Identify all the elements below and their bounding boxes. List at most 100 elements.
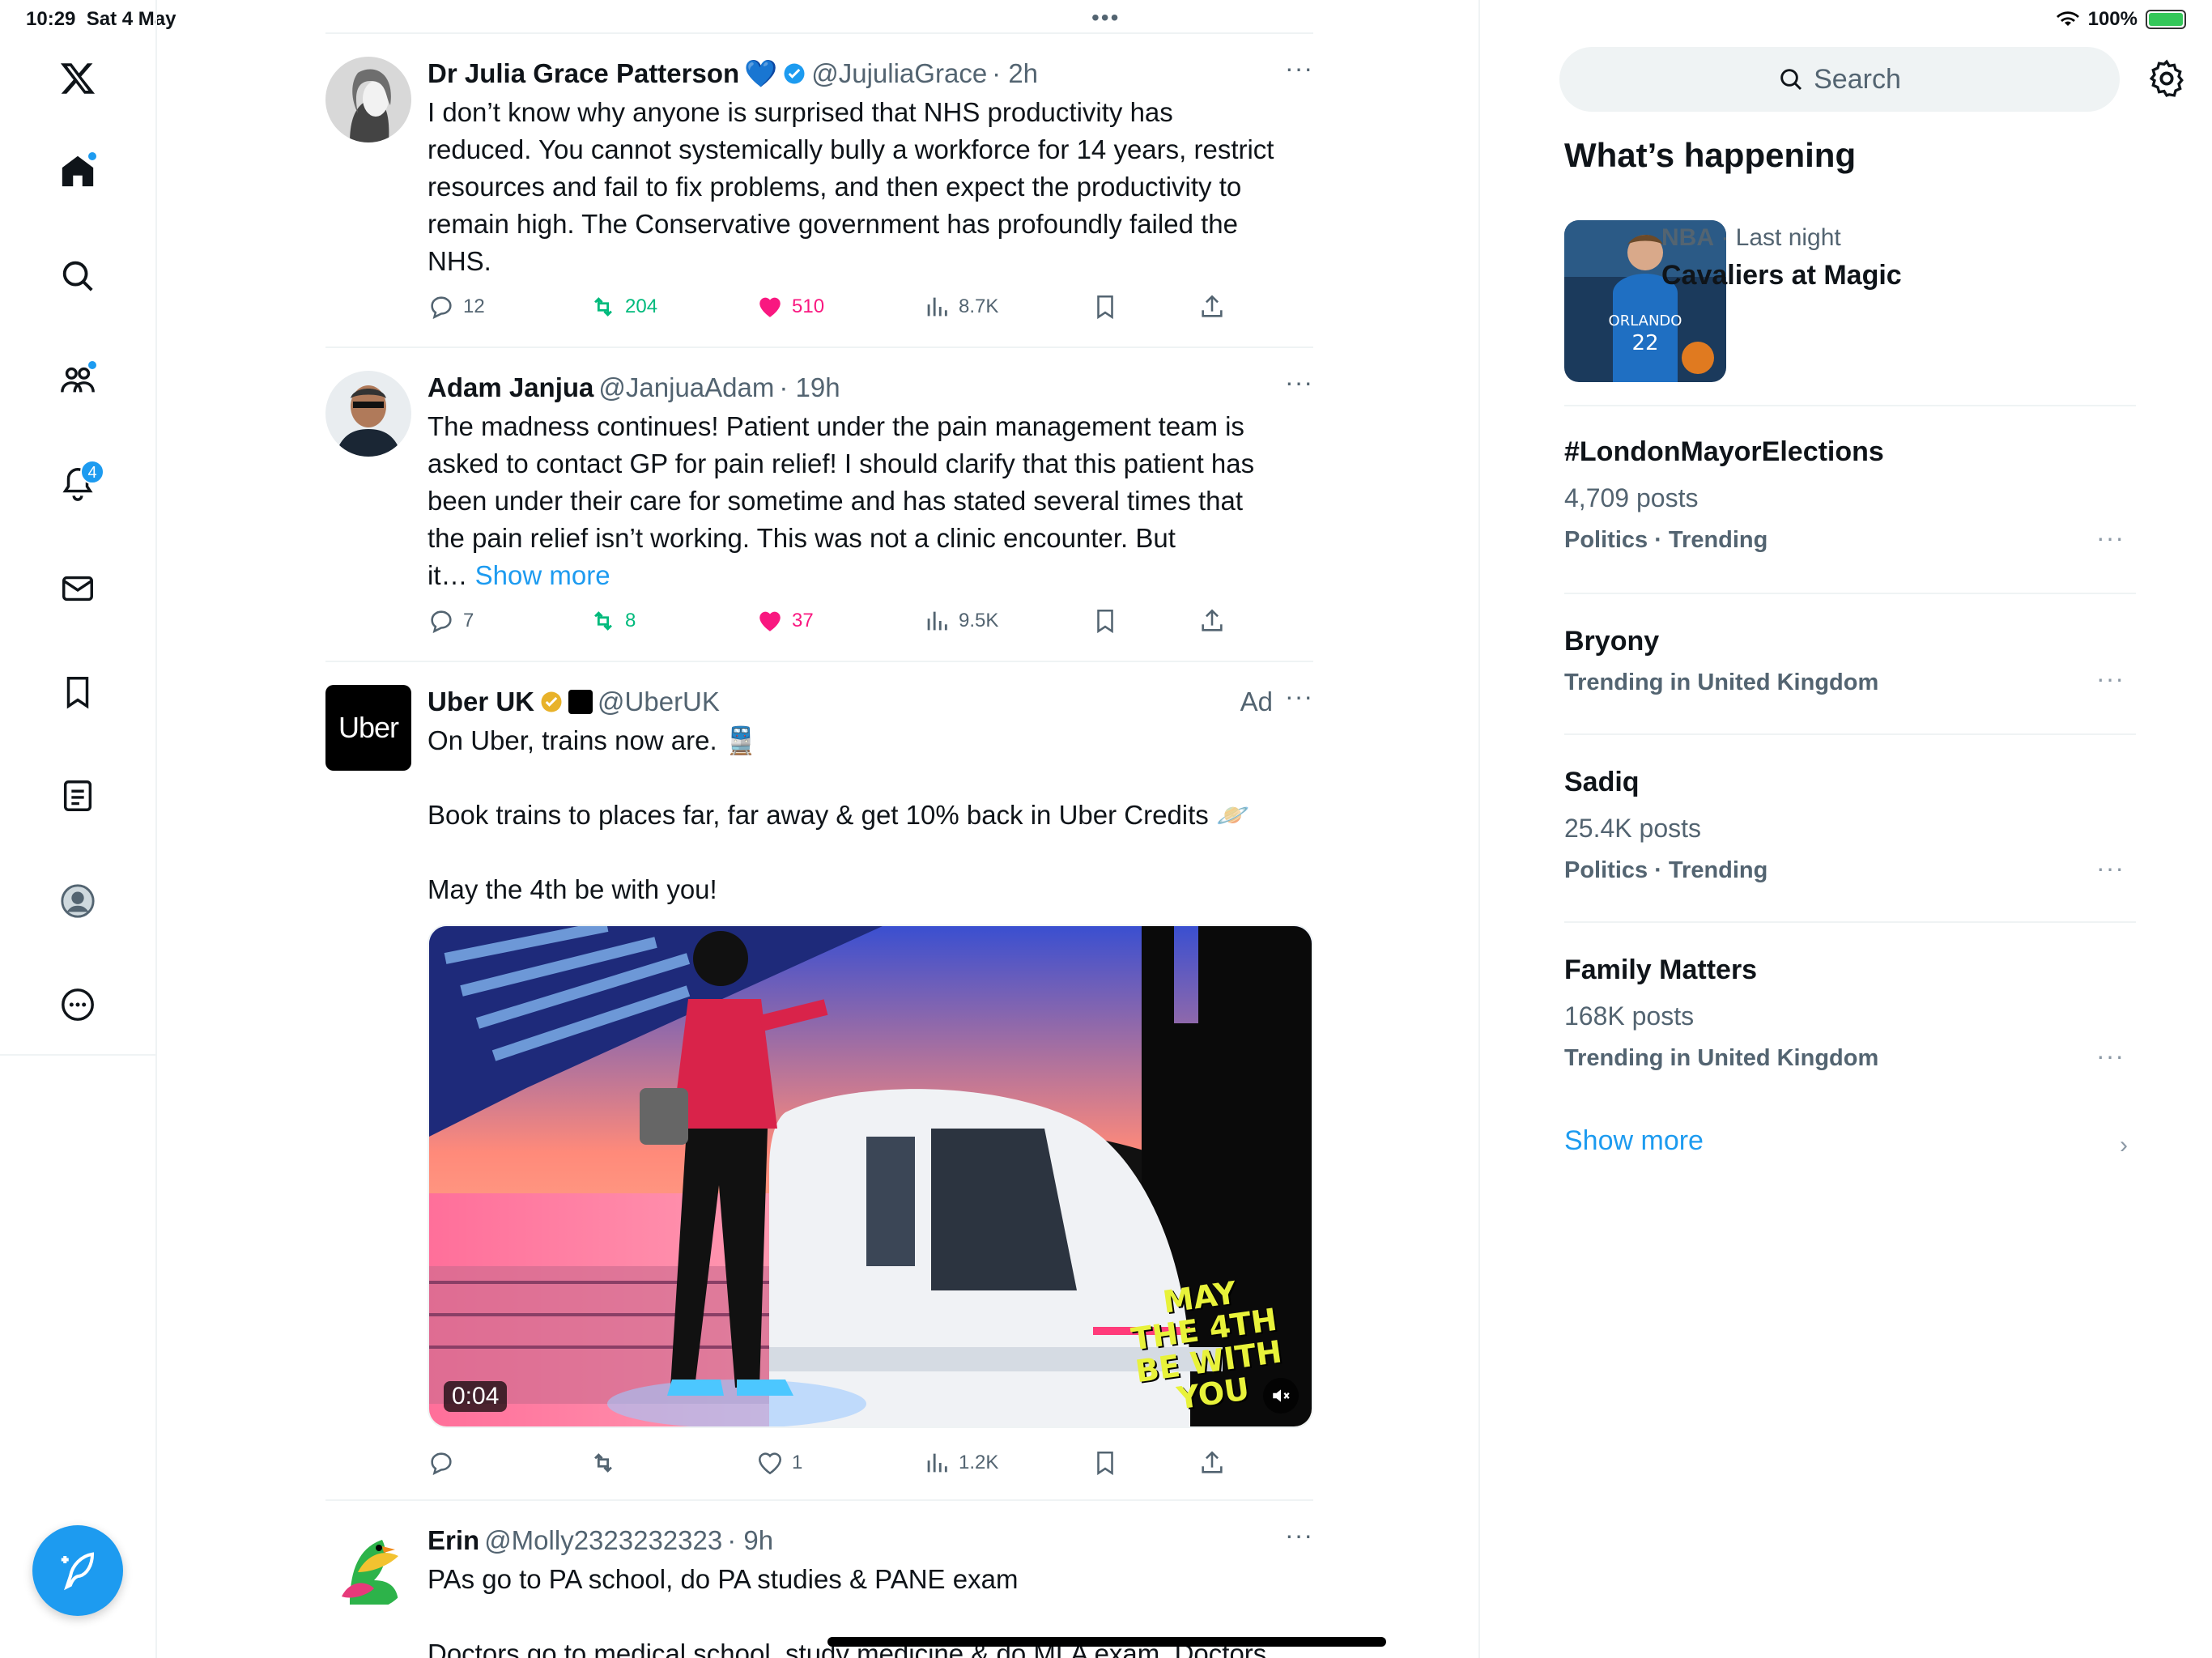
- like-button[interactable]: 510: [756, 293, 824, 321]
- share-button[interactable]: [1198, 1449, 1226, 1477]
- mute-button[interactable]: [1263, 1378, 1299, 1414]
- show-more-trends-link[interactable]: Show more: [1564, 1125, 1704, 1157]
- like-count: 510: [792, 295, 825, 317]
- avatar[interactable]: [325, 57, 411, 142]
- author-name[interactable]: Uber UK: [428, 685, 534, 719]
- settings-gear-icon[interactable]: [2146, 58, 2187, 99]
- tweet-more-icon[interactable]: ···: [1285, 683, 1313, 709]
- author-name[interactable]: Erin: [428, 1524, 479, 1558]
- x-logo-icon[interactable]: [51, 52, 104, 105]
- communities-icon[interactable]: [51, 353, 104, 406]
- verified-badge-icon: [784, 63, 805, 84]
- video-player[interactable]: MAY THE 4TH BE WITH YOU 0:04: [428, 925, 1313, 1428]
- like-count: 1: [792, 1452, 803, 1473]
- repost-icon: [594, 1453, 612, 1473]
- tweet-body: Uber UK @UberUK Ad ··· On Uber, trains n…: [428, 683, 1313, 908]
- home-icon[interactable]: [51, 144, 104, 198]
- views-button[interactable]: 9.5K: [923, 607, 998, 635]
- author-name[interactable]: Adam Janjua: [428, 371, 593, 405]
- reply-count: 7: [463, 610, 474, 631]
- trend-item[interactable]: Bryony Trending in United Kingdom ···: [1564, 623, 2136, 699]
- muted-speaker-icon: [1273, 1389, 1290, 1402]
- share-button[interactable]: [1198, 293, 1226, 321]
- tweet-time[interactable]: · 2h: [992, 57, 1038, 91]
- like-button[interactable]: 37: [756, 607, 814, 635]
- mail-icon[interactable]: [51, 562, 104, 615]
- trend-item[interactable]: Family Matters 168K posts Trending in Un…: [1564, 952, 2136, 1075]
- uber-logo: Uber: [338, 711, 399, 744]
- trend-title: Sadiq: [1564, 767, 1640, 797]
- avatar[interactable]: [325, 371, 411, 457]
- tweet-body: Adam Janjua @JanjuaAdam · 19h ··· The ma…: [428, 369, 1313, 594]
- compose-button[interactable]: [32, 1525, 123, 1616]
- bookmark-icon[interactable]: [51, 665, 104, 719]
- trend-meta: Trending in United Kingdom: [1564, 670, 1879, 695]
- timeline-feed[interactable]: ••• Dr Julia Grace Patterson 💙 @JujuliaG…: [325, 0, 1313, 1658]
- search-placeholder: Search: [1814, 63, 1901, 95]
- nba-event[interactable]: NBA · Last night Cavaliers at Magic: [1661, 220, 2131, 295]
- trend-more-icon[interactable]: ···: [2096, 664, 2125, 694]
- repost-button[interactable]: 8: [589, 607, 636, 635]
- like-button[interactable]: 1: [756, 1449, 802, 1477]
- home-indicator[interactable]: [827, 1637, 1386, 1647]
- lists-icon[interactable]: [51, 769, 104, 823]
- author-handle[interactable]: @UberUK: [598, 685, 720, 719]
- tweet-header: Dr Julia Grace Patterson 💙 @JujuliaGrace…: [428, 57, 1313, 91]
- tweet-text-line1: PAs go to PA school, do PA studies & PAN…: [428, 1564, 1019, 1594]
- reply-icon: [431, 1452, 452, 1476]
- avatar[interactable]: [325, 1524, 411, 1609]
- like-count: 37: [792, 610, 814, 631]
- author-name[interactable]: Dr Julia Grace Patterson: [428, 57, 739, 91]
- share-icon: [1202, 295, 1223, 317]
- trend-more-icon[interactable]: ···: [2096, 523, 2125, 553]
- author-handle[interactable]: @JanjuaAdam: [598, 371, 774, 405]
- avatar[interactable]: Uber: [325, 685, 411, 771]
- ad-label: Ad: [1240, 687, 1273, 716]
- tweet-more-icon[interactable]: ···: [1285, 55, 1313, 81]
- more-dots-icon[interactable]: •••: [1091, 5, 1120, 31]
- tweet-time[interactable]: · 9h: [727, 1524, 773, 1558]
- trend-more-icon[interactable]: ···: [2096, 1041, 2125, 1071]
- trend-more-icon[interactable]: ···: [2096, 853, 2125, 883]
- reply-button[interactable]: 12: [428, 293, 485, 321]
- tweet-divider: [325, 346, 1313, 348]
- nba-meta: NBA · Last night: [1661, 220, 2131, 256]
- bookmark-icon: [1097, 295, 1113, 320]
- trend-item[interactable]: #LondonMayorElections 4,709 posts Politi…: [1564, 434, 2136, 557]
- bookmark-button[interactable]: [1091, 1449, 1119, 1477]
- tweet-actions: 12 204 510 8.7K: [428, 293, 1237, 325]
- view-count: 9.5K: [959, 610, 999, 631]
- views-chart-icon: [927, 611, 947, 631]
- reply-button[interactable]: [428, 1449, 463, 1477]
- repost-button[interactable]: [589, 1449, 625, 1477]
- search-bar[interactable]: Search: [1559, 47, 2120, 112]
- bookmark-button[interactable]: [1091, 293, 1119, 321]
- search-icon[interactable]: [51, 249, 104, 303]
- author-handle[interactable]: @JujuliaGrace: [811, 57, 987, 91]
- bookmark-button[interactable]: [1091, 607, 1119, 635]
- views-button[interactable]: 1.2K: [923, 1449, 998, 1477]
- repost-button[interactable]: 204: [589, 293, 657, 321]
- trend-divider: [1564, 921, 2136, 923]
- bell-icon[interactable]: 4: [51, 457, 104, 510]
- chevron-right-icon: ›: [2120, 1132, 2128, 1158]
- tweet-header: Uber UK @UberUK: [428, 685, 1313, 719]
- trend-posts: 25.4K posts: [1564, 814, 1701, 843]
- tweet-divider: [325, 32, 1313, 34]
- trend-item[interactable]: Sadiq 25.4K posts Politics · Trending ··…: [1564, 764, 2136, 887]
- tweet-time[interactable]: · 19h: [779, 371, 840, 405]
- author-handle[interactable]: @Molly2323232323: [484, 1524, 722, 1558]
- views-button[interactable]: 8.7K: [923, 293, 998, 321]
- reply-button[interactable]: 7: [428, 607, 474, 635]
- compose-feather-icon: [61, 1552, 95, 1591]
- tweet-more-icon[interactable]: ···: [1285, 369, 1313, 395]
- gold-verified-badge-icon: [541, 691, 562, 712]
- views-chart-icon: [927, 297, 947, 317]
- profile-avatar-icon[interactable]: [51, 874, 104, 928]
- more-circle-icon[interactable]: [51, 978, 104, 1031]
- share-button[interactable]: [1198, 607, 1226, 635]
- tweet-text: The madness continues! Patient under the…: [428, 408, 1313, 594]
- trend-divider: [1564, 593, 2136, 594]
- show-more-link[interactable]: Show more: [475, 560, 610, 590]
- tweet-more-icon[interactable]: ···: [1285, 1522, 1313, 1548]
